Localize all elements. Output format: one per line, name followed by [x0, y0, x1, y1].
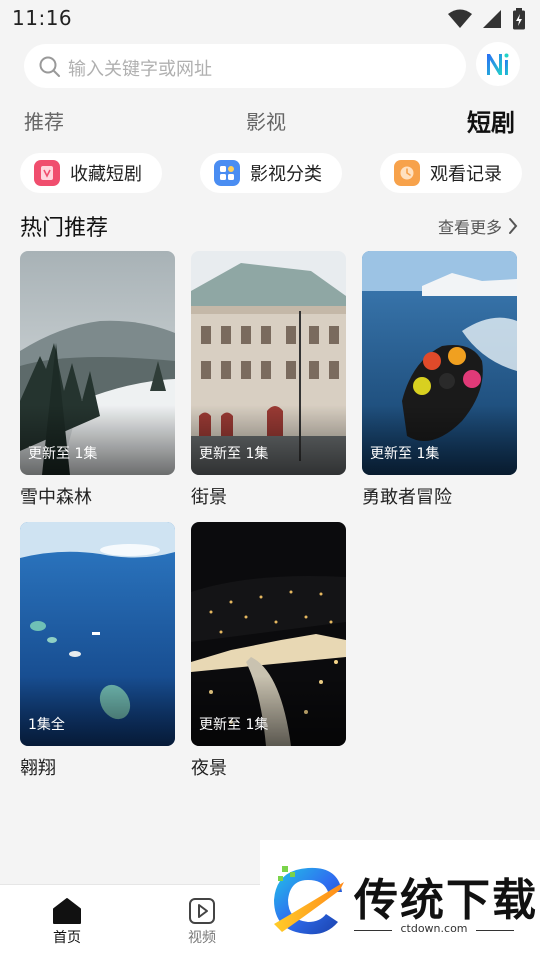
status-bar: 11:16 [0, 0, 540, 36]
section-header: 热门推荐 查看更多 [0, 206, 540, 242]
watermark-url: ctdown.com [400, 922, 468, 935]
video-card[interactable]: 1集全 翱翔 [20, 522, 175, 780]
chip-history[interactable]: 观看记录 [380, 153, 522, 193]
tab-short-drama[interactable]: 短剧 [467, 103, 515, 138]
chevron-right-icon [509, 218, 518, 234]
video-thumbnail[interactable]: 更新至 1集 [191, 251, 346, 475]
episode-badge: 更新至 1集 [28, 446, 98, 462]
nav-video[interactable]: 视频 [162, 897, 242, 947]
history-icon [394, 160, 420, 186]
video-card[interactable]: 更新至 1集 夜景 [191, 522, 346, 780]
video-card[interactable]: 更新至 1集 雪中森林 [20, 251, 175, 509]
status-time: 11:16 [12, 6, 73, 30]
video-title: 夜景 [191, 758, 227, 779]
nav-video-label: 视频 [188, 930, 216, 946]
video-title: 雪中森林 [20, 487, 92, 508]
nav-home[interactable]: 首页 [27, 897, 107, 947]
episode-badge: 更新至 1集 [199, 717, 269, 733]
episode-badge: 更新至 1集 [370, 446, 440, 462]
watermark: 传统下载 ctdown.com [260, 840, 540, 960]
category-icon [214, 160, 240, 186]
view-more-label: 查看更多 [437, 218, 502, 237]
view-more-link[interactable]: 查看更多 [438, 214, 518, 238]
video-title: 街景 [191, 487, 227, 508]
top-tabs: 推荐 影视 短剧 [0, 100, 540, 140]
section-title: 热门推荐 [20, 216, 109, 241]
chip-category[interactable]: 影视分类 [200, 153, 342, 193]
video-card[interactable]: 更新至 1集 街景 [191, 251, 346, 509]
tab-film[interactable]: 影视 [246, 106, 286, 135]
home-icon [53, 898, 81, 924]
watermark-brand: 传统下载 [354, 875, 538, 926]
video-card[interactable]: 更新至 1集 勇敢者冒险 [362, 251, 517, 509]
favorites-icon [34, 160, 60, 186]
signal-icon [483, 10, 501, 28]
quick-chips: 收藏短剧 影视分类 观看记录 [0, 153, 540, 193]
search-icon [39, 56, 60, 77]
battery-icon [513, 8, 525, 30]
search-placeholder: 输入关键字或网址 [68, 59, 212, 80]
video-title: 翱翔 [20, 758, 56, 779]
search-input[interactable]: 输入关键字或网址 [24, 44, 466, 88]
ai-assistant-button[interactable] [476, 42, 520, 86]
nav-home-label: 首页 [53, 930, 81, 946]
chip-history-label: 观看记录 [430, 164, 502, 185]
search-row: 输入关键字或网址 [0, 40, 540, 92]
video-title: 勇敢者冒险 [362, 487, 452, 508]
wifi-icon [448, 9, 472, 28]
video-thumbnail[interactable]: 更新至 1集 [20, 251, 175, 475]
status-icons [448, 8, 526, 30]
brand-logo-icon [274, 866, 344, 935]
chip-favorites-label: 收藏短剧 [70, 164, 142, 185]
tab-recommend[interactable]: 推荐 [24, 106, 64, 135]
video-thumbnail[interactable]: 更新至 1集 [191, 522, 346, 746]
episode-badge: 更新至 1集 [199, 446, 269, 462]
video-play-icon [189, 898, 215, 924]
chip-category-label: 影视分类 [250, 164, 322, 185]
chip-favorites[interactable]: 收藏短剧 [20, 153, 162, 193]
ai-assistant-icon [487, 53, 509, 75]
video-thumbnail[interactable]: 更新至 1集 [362, 251, 517, 475]
episode-badge: 1集全 [28, 717, 65, 733]
video-thumbnail[interactable]: 1集全 [20, 522, 175, 746]
